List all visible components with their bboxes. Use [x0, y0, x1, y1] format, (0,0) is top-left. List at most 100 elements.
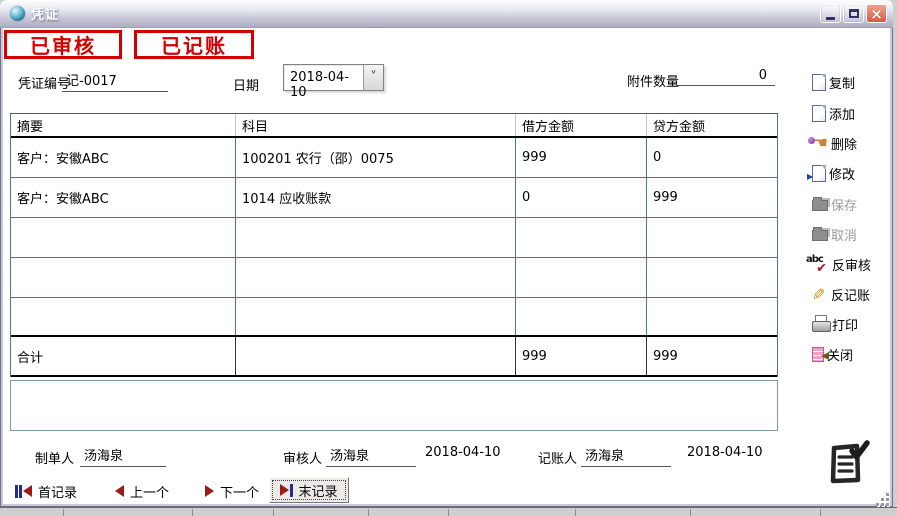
- col-header-account: 科目: [236, 114, 516, 136]
- table-row[interactable]: [11, 298, 777, 335]
- cell-summary[interactable]: [11, 218, 236, 257]
- auditor-field[interactable]: 汤海泉: [326, 445, 416, 467]
- date-label: 日期: [233, 75, 259, 94]
- close-button[interactable]: [866, 4, 887, 23]
- unbook-button[interactable]: 反记账: [812, 281, 888, 307]
- first-record-icon: [15, 485, 32, 498]
- maximize-button[interactable]: [843, 4, 864, 23]
- table-header-row: 摘要 科目 借方金额 贷方金额: [11, 114, 777, 138]
- table-row[interactable]: [11, 218, 777, 258]
- screen: 凭证 已审核 已记账 凭证编号 记-0017 日期 2018-04-10 附件数…: [0, 0, 897, 516]
- previous-record-label: 上一个: [130, 482, 169, 501]
- add-button[interactable]: 添加: [812, 100, 888, 126]
- folder-icon: [812, 230, 828, 241]
- unaudit-button-label: 反审核: [832, 255, 871, 274]
- last-record-icon: [280, 484, 293, 497]
- next-record-button[interactable]: 下一个: [205, 479, 259, 503]
- total-credit: 999: [647, 337, 777, 375]
- table-row[interactable]: 客户：安徽ABC 1014 应收账款 0 999: [11, 178, 777, 218]
- resize-grip[interactable]: [876, 493, 890, 507]
- first-record-button[interactable]: 首记录: [15, 479, 77, 503]
- table-row[interactable]: 客户：安徽ABC 100201 农行（邵）0075 999 0: [11, 138, 777, 178]
- chevron-down-icon[interactable]: [363, 65, 383, 90]
- cell-debit[interactable]: [516, 218, 647, 257]
- minimize-button[interactable]: [820, 4, 841, 23]
- cell-summary[interactable]: 客户：安徽ABC: [11, 138, 236, 177]
- exit-door-icon: [812, 347, 824, 362]
- last-record-label: 末记录: [298, 481, 337, 500]
- modify-button[interactable]: 修改: [812, 160, 888, 186]
- background-grid-line: [368, 509, 369, 516]
- background-grid-line: [192, 509, 193, 516]
- abc-check-icon: [806, 256, 829, 273]
- pencil-icon: [812, 286, 828, 303]
- cell-account[interactable]: 100201 农行（邵）0075: [236, 138, 516, 177]
- cell-credit[interactable]: [647, 298, 777, 335]
- window-controls: [820, 4, 887, 23]
- titlebar[interactable]: 凭证: [0, 0, 893, 27]
- copy-button[interactable]: 复制: [812, 69, 888, 95]
- background-grid-line: [820, 509, 821, 516]
- add-button-label: 添加: [829, 104, 855, 123]
- print-button[interactable]: 打印: [812, 311, 888, 337]
- cell-credit[interactable]: 0: [647, 138, 777, 177]
- window-title: 凭证: [31, 4, 59, 23]
- preparer-field[interactable]: 汤海泉: [80, 445, 166, 467]
- cell-summary[interactable]: [11, 298, 236, 335]
- voucher-no-field[interactable]: 记-0017: [62, 70, 168, 92]
- cell-account[interactable]: [236, 218, 516, 257]
- background-window-strip: [0, 507, 897, 516]
- background-grid-line: [575, 509, 576, 516]
- total-account-cell: [236, 337, 516, 375]
- cell-debit[interactable]: 999: [516, 138, 647, 177]
- cell-account[interactable]: [236, 258, 516, 297]
- document-icon: [812, 105, 826, 122]
- table-total-row: 合计 999 999: [11, 335, 777, 377]
- hand-delete-icon: [808, 135, 828, 152]
- cell-credit[interactable]: 999: [647, 178, 777, 217]
- audit-date: 2018-04-10: [425, 445, 501, 460]
- delete-button[interactable]: 删除: [808, 130, 884, 156]
- app-icon: [10, 6, 25, 21]
- date-combobox[interactable]: 2018-04-10: [283, 64, 384, 91]
- next-record-label: 下一个: [220, 482, 259, 501]
- cell-debit[interactable]: [516, 258, 647, 297]
- cell-credit[interactable]: [647, 258, 777, 297]
- cell-debit[interactable]: 0: [516, 178, 647, 217]
- first-record-label: 首记录: [38, 482, 77, 501]
- close-voucher-button[interactable]: 关闭: [812, 341, 888, 367]
- cancel-button-label: 取消: [831, 225, 857, 244]
- unaudit-button[interactable]: 反审核: [806, 251, 882, 277]
- bookkeeper-field[interactable]: 汤海泉: [581, 445, 671, 467]
- minimize-icon: [826, 17, 835, 20]
- total-label: 合计: [11, 337, 236, 375]
- cancel-button: 取消: [812, 221, 888, 247]
- attachment-count-field[interactable]: 0: [676, 68, 775, 86]
- booking-date: 2018-04-10: [687, 445, 763, 460]
- cell-summary[interactable]: 客户：安徽ABC: [11, 178, 236, 217]
- cell-credit[interactable]: [647, 218, 777, 257]
- date-value: 2018-04-10: [284, 65, 363, 90]
- attachment-count-label: 附件数量: [627, 71, 679, 90]
- cell-summary[interactable]: [11, 258, 236, 297]
- background-grid-line: [273, 509, 274, 516]
- copy-button-label: 复制: [829, 73, 855, 92]
- col-header-summary: 摘要: [11, 114, 236, 136]
- cell-account[interactable]: [236, 298, 516, 335]
- save-button: 保存: [812, 191, 888, 217]
- document-arrow-icon: [812, 165, 826, 182]
- status-stamp-audited: 已审核: [4, 30, 122, 59]
- voucher-window: 凭证 已审核 已记账 凭证编号 记-0017 日期 2018-04-10 附件数…: [0, 0, 893, 507]
- status-stamp-booked: 已记账: [134, 30, 254, 59]
- maximize-icon: [849, 9, 859, 18]
- print-button-label: 打印: [832, 315, 858, 334]
- voucher-table: 摘要 科目 借方金额 贷方金额 客户：安徽ABC 100201 农行（邵）007…: [10, 113, 778, 377]
- close-icon: [870, 4, 883, 23]
- last-record-button[interactable]: 末记录: [269, 477, 349, 503]
- col-header-credit: 贷方金额: [647, 114, 777, 136]
- table-row[interactable]: [11, 258, 777, 298]
- previous-record-button[interactable]: 上一个: [115, 479, 169, 503]
- memo-panel: [10, 380, 778, 431]
- cell-debit[interactable]: [516, 298, 647, 335]
- cell-account[interactable]: 1014 应收账款: [236, 178, 516, 217]
